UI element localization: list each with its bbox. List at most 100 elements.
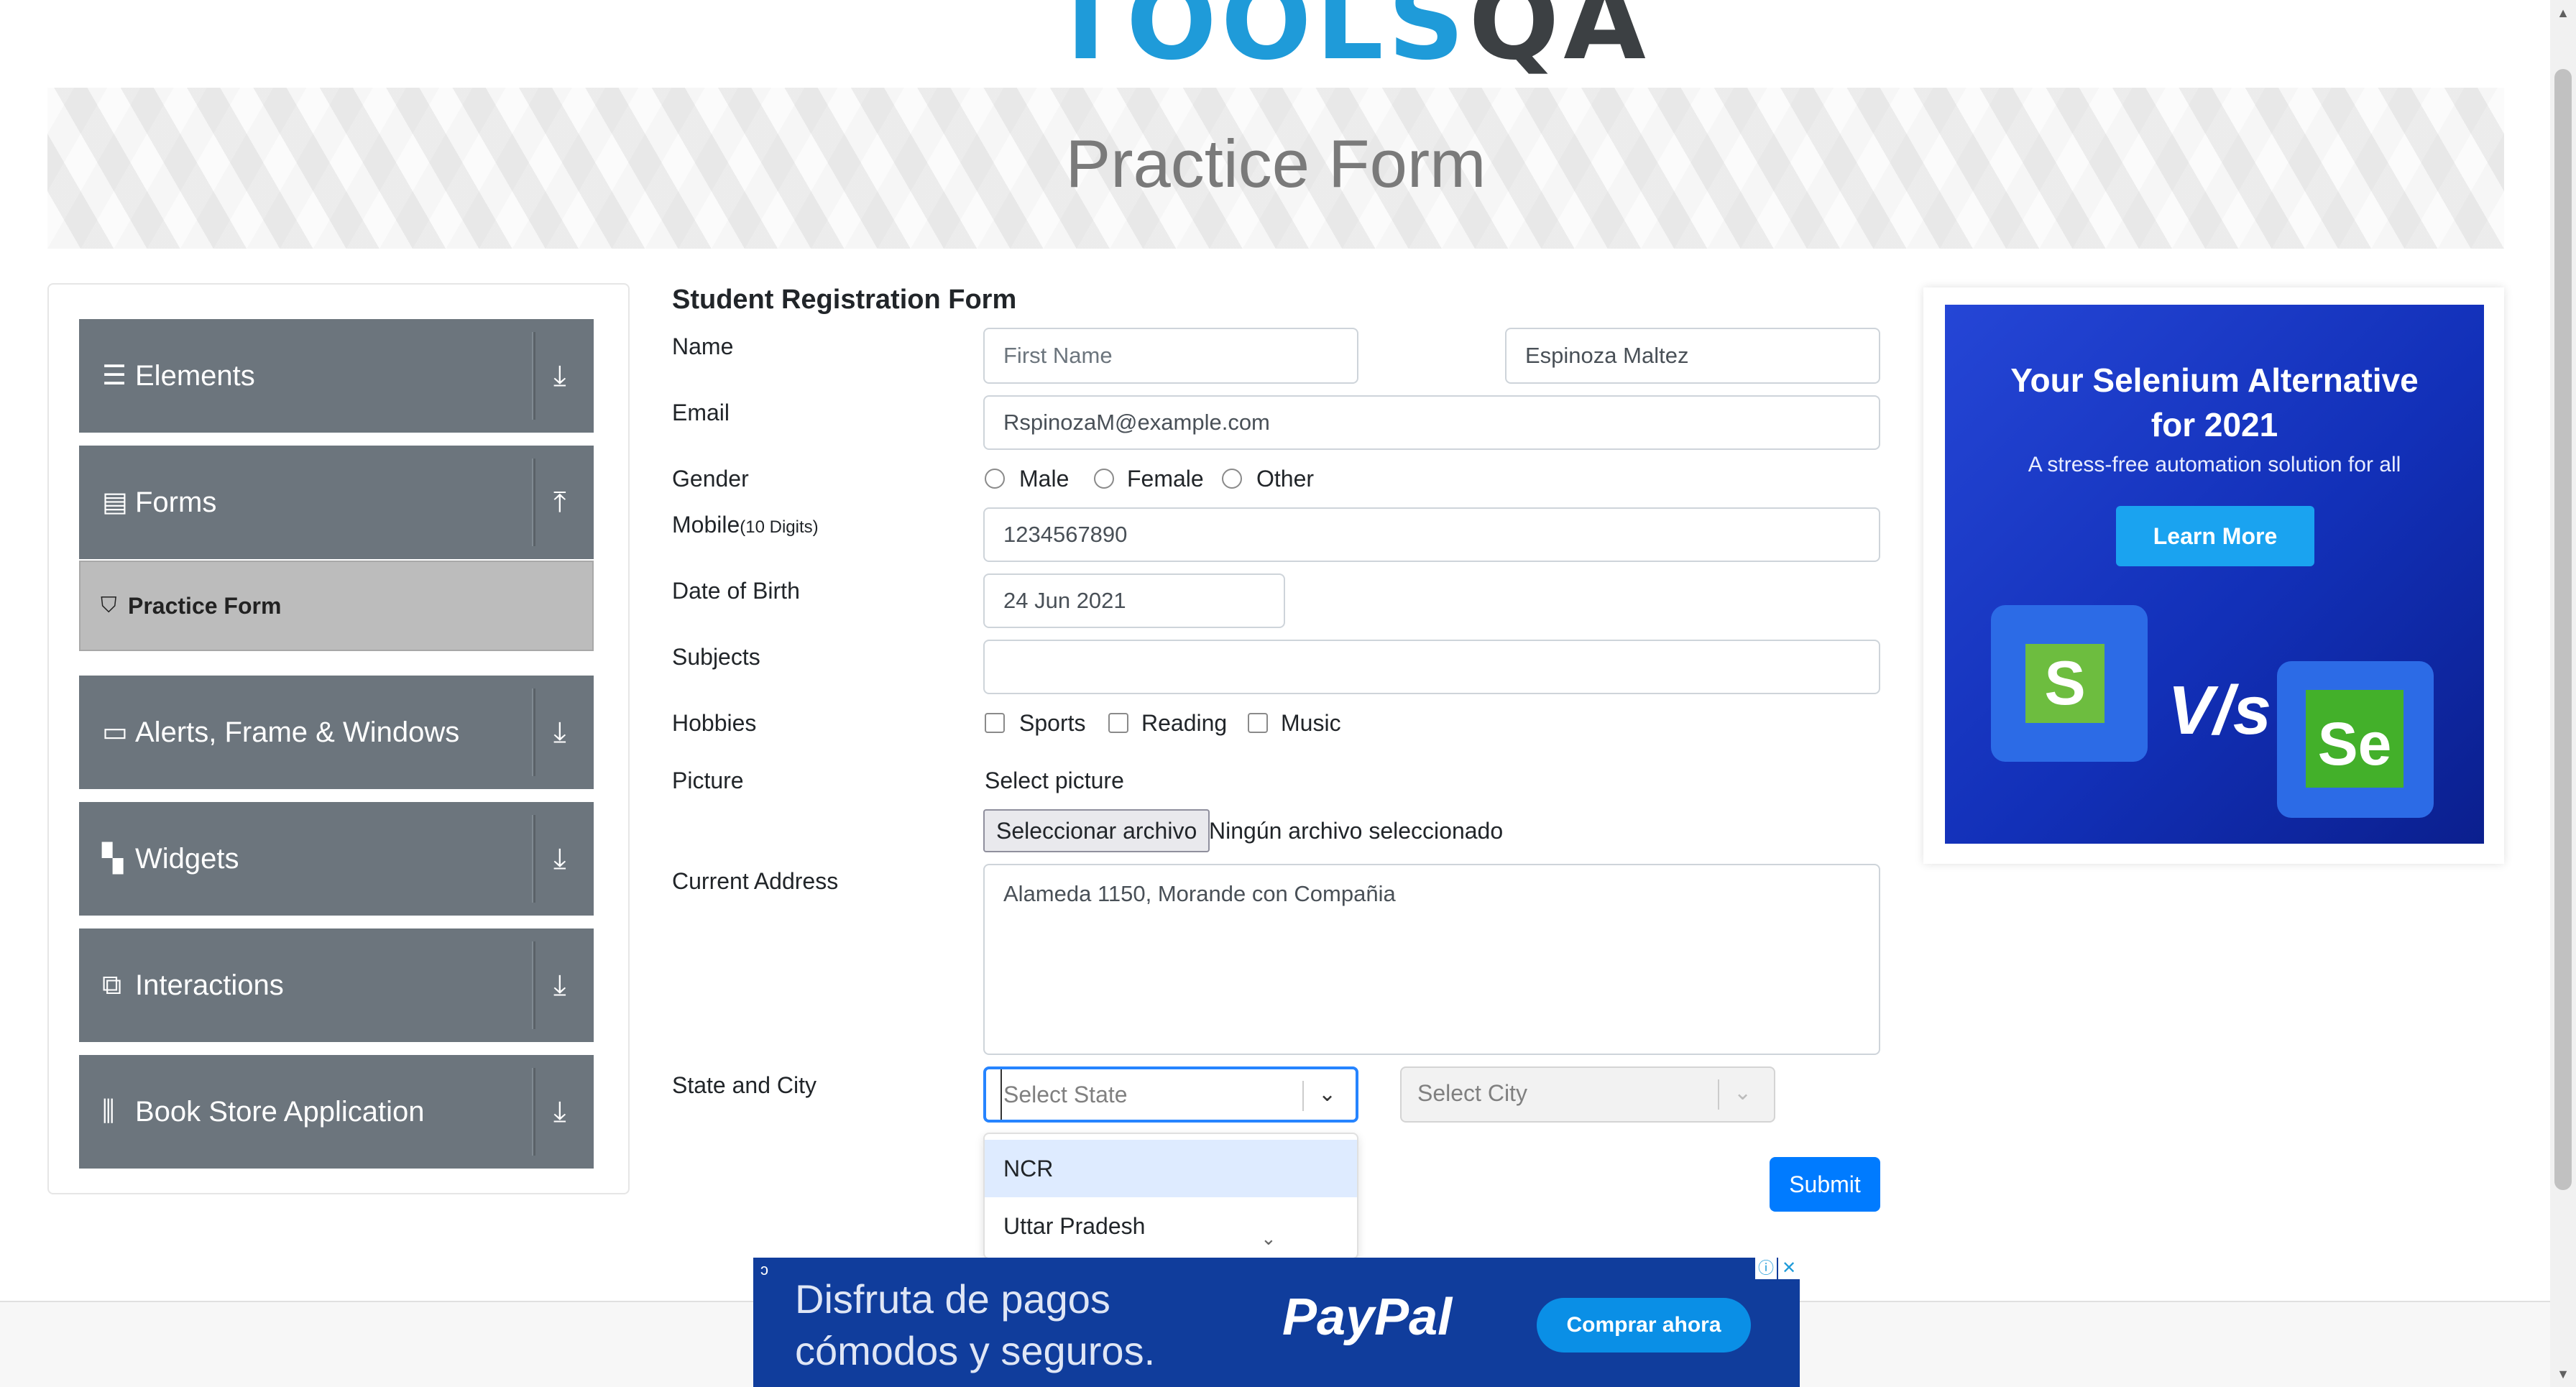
chevron-down-icon[interactable]: ⌄ [1734,1068,1752,1118]
email-label: Email [672,400,730,425]
menu-scroll-down-icon[interactable]: ⌄ [1261,1227,1276,1250]
upload-icon: ⤒ [553,487,566,518]
choose-file-button[interactable]: Seleccionar archivo [983,809,1210,852]
ad-title-line2: for 2021 [2150,406,2278,443]
hamburger-icon: ☰ [102,361,127,391]
scroll-down-icon[interactable]: ▼ [2550,1361,2576,1387]
comprar-ahora-button[interactable]: Comprar ahora [1537,1298,1751,1353]
learn-more-button[interactable]: Learn More [2116,506,2314,566]
ad-title: Your Selenium Alternative for 2021 [1945,358,2484,447]
sidebar-group-elements[interactable]: ☰ Elements ⤓ [79,319,594,433]
group-divider [532,1068,535,1156]
state-option-uttar-pradesh[interactable]: Uttar Pradesh [985,1197,1357,1255]
sidebar-group-label: Alerts, Frame & Windows [135,716,460,748]
sidebar-group-widgets[interactable]: ▚ Widgets ⤓ [79,802,594,916]
chevron-down-icon[interactable]: ⌄ [1318,1069,1336,1120]
city-select[interactable]: Select City ⌄ [1400,1066,1775,1123]
hobby-reading-label[interactable]: Reading [1141,710,1227,737]
state-city-label: State and City [672,1072,816,1098]
books-icon: ⫼ [102,1097,115,1127]
html5-icon: ⛉ [101,594,117,617]
hobby-reading-checkbox[interactable] [1108,713,1128,733]
download-icon: ⤓ [553,969,566,1001]
name-label: Name [672,333,734,359]
sidebar-group-label: Forms [135,487,217,518]
sidebar-item-label: Practice Form [128,593,282,619]
hobby-sports-checkbox[interactable] [985,713,1005,733]
hobby-music-label[interactable]: Music [1281,710,1341,737]
ad-subtitle: A stress-free automation solution for al… [2028,453,2401,476]
sidebar-item-practice-form[interactable]: ⛉ Practice Form [79,561,594,651]
city-select-placeholder: Select City [1417,1080,1527,1106]
sidebar-group-label: Widgets [135,843,239,875]
current-address-label: Current Address [672,868,839,894]
state-option-ncr[interactable]: NCR [985,1140,1357,1197]
interactions-icon: ⧉ [102,970,122,1000]
ad-info-icon[interactable]: ⓘ [1755,1258,1777,1279]
email-input[interactable] [983,395,1880,450]
sidebar-group-alerts[interactable]: ▭ Alerts, Frame & Windows ⤓ [79,676,594,789]
submit-button[interactable]: Submit [1770,1157,1880,1212]
dob-label: Date of Birth [672,578,800,604]
group-divider [532,688,535,776]
hobby-music-checkbox[interactable] [1248,713,1268,733]
selenium-alternative-ad[interactable]: Your Selenium Alternative for 2021 A str… [1945,305,2484,844]
current-address-textarea[interactable]: Alameda 1150, Morande con Compañia [983,864,1880,1055]
scroll-up-icon[interactable]: ▲ [2550,0,2576,26]
ad-vs-text: V/s [2168,672,2272,749]
hobby-sports-label[interactable]: Sports [1019,710,1085,737]
group-divider [532,815,535,903]
gender-male-label[interactable]: Male [1019,466,1069,492]
last-name-input[interactable] [1505,328,1880,384]
picture-label: Picture [672,768,744,793]
paypal-ad-text: Disfruta de pagos cómodos y seguros. [795,1273,1155,1377]
gender-male-radio[interactable] [985,469,1005,489]
picture-prompt: Select picture [985,768,1124,793]
group-divider [532,941,535,1029]
sidebar-group-forms[interactable]: ▤ Forms ⤒ [79,446,594,559]
select-divider [1718,1079,1719,1110]
logo-text-qa: QA [1468,0,1650,83]
date-of-birth-input[interactable] [983,573,1285,628]
file-status: Ningún archivo seleccionado [1209,818,1504,844]
mobile-label-text: Mobile [672,512,740,538]
mobile-input[interactable] [983,507,1880,562]
gender-other-label[interactable]: Other [1256,466,1314,492]
testsigma-logo-tile: S [1991,605,2148,762]
sidebar-group-book-store[interactable]: ⫼ Book Store Application ⤓ [79,1055,594,1169]
paypal-logo: PayPal [1282,1289,1453,1346]
window-icon: ▭ [102,717,128,747]
state-dropdown-menu: NCR Uttar Pradesh ⌄ [983,1133,1358,1259]
toolsqa-logo[interactable]: TOOLSQA [1049,0,1650,75]
download-icon: ⤓ [553,716,566,748]
page-scrollbar[interactable]: ▲ ▼ [2550,0,2576,1387]
gender-female-label[interactable]: Female [1127,466,1204,492]
gender-other-radio[interactable] [1222,469,1242,489]
mobile-hint: (10 Digits) [740,517,819,537]
gender-female-radio[interactable] [1094,469,1114,489]
document-icon: ▤ [102,487,128,517]
state-select[interactable]: Select State ⌄ [983,1066,1358,1123]
ad-close-icon[interactable]: ✕ [1778,1258,1800,1279]
mobile-label: Mobile(10 Digits) [672,512,819,538]
scrollbar-thumb[interactable] [2554,69,2572,1190]
testsigma-logo: S [2025,644,2104,723]
selenium-logo-tile: Se [2277,661,2434,818]
first-name-input[interactable] [983,328,1358,384]
subjects-input[interactable] [983,640,1880,694]
form-title: Student Registration Form [672,285,1017,315]
download-icon: ⤓ [553,360,566,392]
sidebar-group-interactions[interactable]: ⧉ Interactions ⤓ [79,928,594,1042]
logo-text-tools: TOOLS [1049,0,1469,83]
sidebar-group-label: Book Store Application [135,1096,425,1128]
paypal-ad-banner[interactable]: ↄ Disfruta de pagos cómodos y seguros. P… [753,1258,1800,1387]
download-icon: ⤓ [553,843,566,875]
hobbies-label: Hobbies [672,710,757,736]
widgets-icon: ▚ [102,844,124,874]
sidebar-group-label: Elements [135,360,255,392]
state-select-placeholder: Select State [1000,1069,1128,1120]
group-divider [532,459,535,546]
download-icon: ⤓ [553,1096,566,1128]
gender-label: Gender [672,466,749,492]
ad-choices-icon[interactable]: ↄ [760,1261,768,1279]
